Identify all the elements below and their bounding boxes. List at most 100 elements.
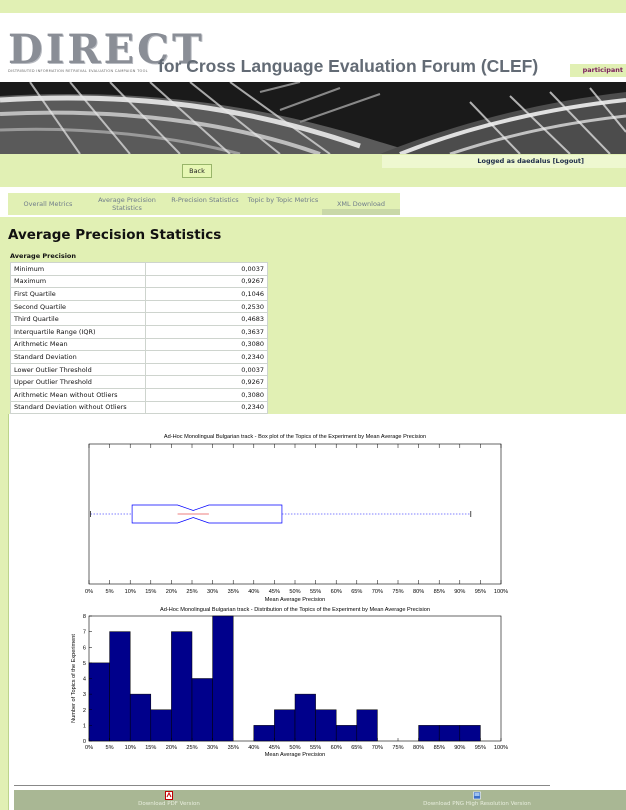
x-tick-label: 100% (494, 745, 508, 751)
tab-r-precision-statistics[interactable]: R-Precision Statistics (166, 193, 244, 215)
stat-value: 0,0037 (145, 262, 268, 276)
x-tick-label: 85% (434, 589, 445, 595)
charts-area: Ad-Hoc Monolingual Bulgarian track - Box… (8, 414, 626, 810)
x-tick-label: 75% (392, 589, 403, 595)
x-tick-label: 50% (289, 589, 300, 595)
x-tick-label: 95% (475, 745, 486, 751)
x-tick-label: 75% (392, 745, 403, 751)
table-row: Second Quartile 0,2530 (10, 299, 268, 314)
histogram-bar (459, 725, 481, 742)
histogram-bar (438, 725, 461, 742)
x-tick-label: 10% (125, 589, 136, 595)
x-tick-label: 15% (145, 589, 156, 595)
table-row: Standard Deviation without Otliers 0,2340 (10, 400, 268, 415)
x-tick-label: 70% (372, 745, 383, 751)
x-tick-label: 0% (85, 745, 93, 751)
tab-label: R-Precision Statistics (171, 196, 239, 204)
x-axis-label: Mean Average Precision (265, 597, 326, 603)
histogram-bar (171, 631, 193, 742)
histogram-bar (191, 678, 213, 742)
y-tick-label: 5 (83, 661, 86, 667)
chart-title: Ad-Hoc Monolingual Bulgarian track - Dis… (160, 607, 430, 613)
x-tick-label: 90% (454, 745, 465, 751)
login-info: Logged as daedalus [Logout] (382, 155, 626, 168)
x-tick-label: 40% (248, 745, 259, 751)
x-tick-label: 80% (413, 589, 424, 595)
y-tick-label: 0 (83, 739, 86, 745)
download-pdf-button[interactable]: Download PDF Version (14, 790, 324, 810)
stat-label: Upper Outlier Threshold (10, 375, 146, 389)
tab-bar: Overall Metrics Average Precision Statis… (0, 187, 626, 217)
stat-value: 0,9267 (145, 375, 268, 389)
table-row: First Quartile 0,1046 (10, 287, 268, 301)
stats-title: Average Precision (10, 252, 77, 260)
download-png-label: Download PNG High Resolution Version (423, 801, 531, 807)
tab-topic-by-topic-metrics[interactable]: Topic by Topic Metrics (244, 193, 322, 215)
banner-roof-graphic (0, 82, 626, 154)
x-tick-label: 90% (454, 589, 465, 595)
y-tick-label: 3 (83, 692, 86, 698)
stats-panel: Average Precision Minimum 0,0037 Maximum 0… (10, 251, 268, 415)
histogram-bar (315, 709, 337, 742)
y-tick-label: 2 (83, 708, 86, 714)
x-tick-label: 55% (310, 589, 321, 595)
table-row: Third Quartile 0,4683 (10, 312, 268, 326)
y-tick-label: 8 (83, 614, 86, 620)
stat-label: Minimum (10, 262, 146, 276)
y-tick-label: 7 (83, 630, 86, 636)
y-axis-label: Number of Topics of the Experiment (71, 634, 77, 723)
x-tick-label: 5% (106, 589, 114, 595)
header: DIRECT DISTRIBUTED INFORMATION RETRIEVAL… (0, 13, 626, 83)
x-tick-label: 80% (413, 745, 424, 751)
table-row: Maximum 0,9267 (10, 274, 268, 289)
png-image-icon (473, 791, 481, 800)
login-text[interactable]: Logged as daedalus [Logout] (477, 155, 584, 168)
y-tick-label: 4 (83, 677, 86, 683)
stat-value: 0,4683 (145, 312, 268, 326)
x-tick-label: 20% (166, 745, 177, 751)
histogram-bar (253, 725, 275, 742)
tab-overall-metrics[interactable]: Overall Metrics (8, 193, 88, 215)
chart-title: Ad-Hoc Monolingual Bulgarian track - Box… (164, 434, 426, 440)
footer-divider (14, 785, 550, 786)
table-row: Upper Outlier Threshold 0,9267 (10, 375, 268, 389)
x-tick-label: 30% (207, 589, 218, 595)
tab-xml-download[interactable]: XML Download (322, 193, 400, 215)
back-button[interactable]: Back (182, 164, 212, 178)
x-tick-label: 40% (248, 589, 259, 595)
stat-value: 0,2530 (145, 299, 268, 314)
download-png-button[interactable]: Download PNG High Resolution Version (328, 790, 626, 810)
top-strip (0, 0, 626, 13)
tab-average-precision-statistics[interactable]: Average Precision Statistics (88, 193, 166, 215)
logo-subtitle: DISTRIBUTED INFORMATION RETRIEVAL EVALUA… (8, 69, 148, 73)
stat-label: Arithmetic Mean (10, 337, 146, 352)
table-row: Minimum 0,0037 (10, 262, 268, 276)
stat-label: Third Quartile (10, 312, 146, 326)
stat-label: Second Quartile (10, 299, 146, 314)
table-row: Interquartile Range (IQR) 0,3637 (10, 324, 268, 339)
x-tick-label: 20% (166, 589, 177, 595)
stat-value: 0,3080 (145, 387, 268, 402)
histogram-bar (418, 725, 440, 742)
stat-value: 0,1046 (145, 287, 268, 301)
histogram-bar (356, 709, 378, 742)
stat-label: Maximum (10, 274, 146, 289)
page-title: Average Precision Statistics (8, 227, 222, 243)
x-tick-label: 15% (145, 745, 156, 751)
x-tick-label: 25% (186, 745, 197, 751)
x-tick-label: 35% (228, 745, 239, 751)
stats-table: Minimum 0,0037 Maximum 0,9267 First Quarti… (10, 262, 268, 415)
left-rail (0, 414, 8, 810)
y-tick-label: 6 (83, 645, 86, 651)
histogram-bar (109, 631, 131, 742)
stat-value: 0,2340 (145, 400, 268, 415)
stat-label: Interquartile Range (IQR) (10, 324, 146, 339)
stat-value: 0,3080 (145, 337, 268, 352)
stat-label: Standard Deviation (10, 350, 146, 364)
x-tick-label: 45% (269, 745, 280, 751)
tab-label: Overall Metrics (23, 200, 73, 208)
x-tick-label: 0% (85, 589, 93, 595)
histogram-chart: Ad-Hoc Monolingual Bulgarian track - Dis… (71, 607, 508, 758)
download-pdf-label: Download PDF Version (138, 801, 200, 807)
stat-label: Standard Deviation without Otliers (10, 400, 146, 415)
